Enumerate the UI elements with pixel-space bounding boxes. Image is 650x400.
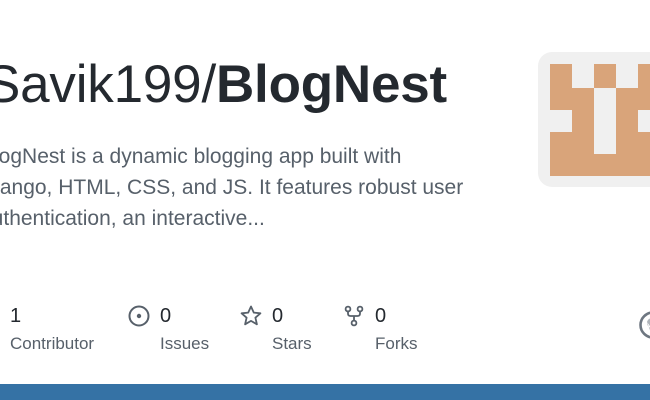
issue-opened-icon bbox=[127, 304, 151, 328]
forks-count: 0 bbox=[375, 305, 387, 327]
repo-owner[interactable]: Savik199 bbox=[0, 55, 202, 114]
repo-title[interactable]: Savik199/BlogNest bbox=[0, 58, 447, 111]
description-line: BlogNest is a dynamic blogging app built… bbox=[0, 145, 402, 168]
issues-count: 0 bbox=[160, 305, 172, 327]
stars-label: Stars bbox=[272, 334, 312, 353]
repo-forked-icon bbox=[342, 304, 366, 328]
identicon-avatar bbox=[550, 64, 650, 176]
repo-name[interactable]: BlogNest bbox=[216, 55, 447, 114]
repo-separator: / bbox=[201, 55, 216, 114]
github-logo-icon bbox=[638, 310, 650, 340]
issues-label: Issues bbox=[160, 334, 210, 353]
repo-description: BlogNest is a dynamic blogging app built… bbox=[0, 141, 500, 234]
repo-social-card: Savik199/BlogNest BlogNest is a dynamic … bbox=[0, 0, 650, 400]
stars-count: 0 bbox=[272, 305, 284, 327]
contributors-count: 1 bbox=[10, 305, 22, 327]
star-icon bbox=[239, 304, 263, 328]
description-line: Django, HTML, CSS, and JS. It features r… bbox=[0, 176, 464, 199]
forks-label: Forks bbox=[375, 334, 418, 353]
owner-avatar[interactable] bbox=[538, 52, 650, 187]
description-line: authentication, an interactive... bbox=[0, 207, 265, 230]
language-bar bbox=[0, 384, 650, 400]
contributors-label: Contributor bbox=[10, 334, 95, 353]
